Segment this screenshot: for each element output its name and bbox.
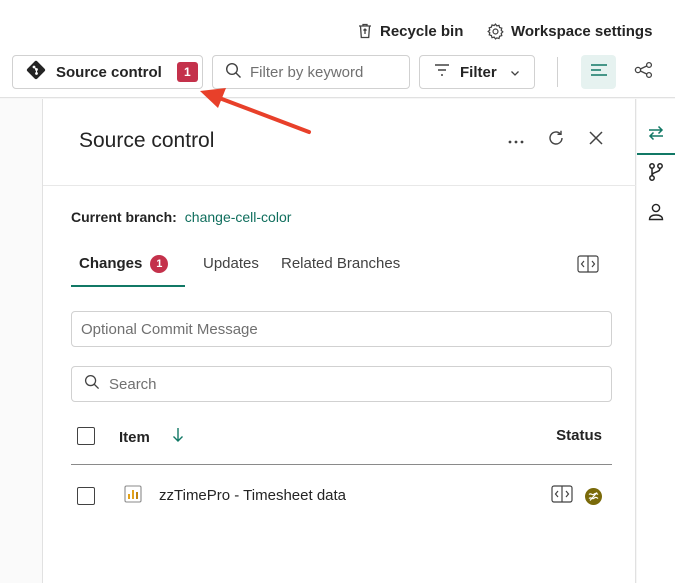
column-status[interactable]: Status bbox=[556, 427, 602, 444]
report-icon bbox=[124, 485, 142, 508]
tab-related-label: Related Branches bbox=[281, 255, 401, 272]
source-control-count-badge: 1 bbox=[176, 62, 198, 82]
panel-title: Source control bbox=[79, 129, 215, 152]
changes-icon bbox=[647, 125, 665, 146]
list-view-icon bbox=[590, 63, 608, 82]
search-input[interactable]: Search bbox=[71, 366, 612, 402]
workspace-settings-link[interactable]: Workspace settings bbox=[486, 22, 652, 41]
tab-updates[interactable]: Updates bbox=[203, 251, 259, 287]
conflict-status-icon bbox=[585, 488, 602, 505]
workspace-toolbar: Recycle bin Workspace settings Source co… bbox=[0, 0, 675, 98]
close-button[interactable] bbox=[585, 129, 607, 151]
gear-icon bbox=[486, 22, 505, 41]
panel-header-divider bbox=[43, 185, 636, 186]
lineage-view-button[interactable] bbox=[628, 56, 660, 88]
source-control-label: Source control bbox=[56, 63, 162, 81]
recycle-bin-link[interactable]: Recycle bin bbox=[356, 22, 463, 40]
recycle-bin-icon bbox=[356, 22, 374, 40]
git-icon bbox=[25, 59, 47, 85]
rail-user-button[interactable] bbox=[637, 195, 675, 233]
row-checkbox[interactable] bbox=[77, 487, 95, 505]
rail-branch-button[interactable] bbox=[637, 155, 675, 193]
tab-list: Changes 1 Updates Related Branches bbox=[71, 251, 601, 287]
row-item-name[interactable]: zzTimePro - Timesheet data bbox=[159, 487, 346, 504]
more-button[interactable] bbox=[505, 129, 527, 151]
panel-actions bbox=[505, 129, 607, 151]
more-icon bbox=[508, 131, 524, 149]
current-branch-name[interactable]: change-cell-color bbox=[185, 209, 292, 225]
sort-down-icon bbox=[172, 427, 184, 447]
workspace-settings-label: Workspace settings bbox=[511, 23, 653, 40]
tab-updates-label: Updates bbox=[203, 255, 259, 272]
right-rail bbox=[637, 99, 675, 583]
branch-icon bbox=[648, 162, 664, 187]
column-item-label: Item bbox=[119, 428, 150, 446]
chevron-down-icon bbox=[510, 64, 520, 81]
changes-count-badge: 1 bbox=[150, 255, 169, 273]
filter-placeholder: Filter by keyword bbox=[250, 63, 364, 81]
table-row: zzTimePro - Timesheet data bbox=[71, 479, 612, 513]
refresh-icon bbox=[547, 129, 565, 152]
rail-changes-button[interactable] bbox=[637, 117, 675, 155]
compare-icon[interactable] bbox=[551, 485, 573, 508]
filter-keyword-input[interactable]: Filter by keyword bbox=[212, 55, 410, 89]
search-placeholder: Search bbox=[109, 375, 157, 393]
compare-all-button[interactable] bbox=[576, 254, 600, 278]
commit-placeholder: Optional Commit Message bbox=[81, 320, 258, 338]
row-status bbox=[551, 485, 602, 508]
filter-button[interactable]: Filter bbox=[419, 55, 535, 89]
recycle-bin-label: Recycle bin bbox=[380, 22, 464, 40]
search-icon bbox=[225, 62, 242, 83]
toolbar-divider bbox=[557, 57, 558, 87]
left-nav-strip bbox=[0, 99, 43, 583]
close-icon bbox=[588, 130, 604, 151]
refresh-button[interactable] bbox=[545, 129, 567, 151]
search-icon bbox=[84, 374, 100, 394]
table-header: Item Status bbox=[71, 419, 612, 465]
source-control-button[interactable]: Source control 1 bbox=[12, 55, 203, 89]
filter-label: Filter bbox=[460, 63, 497, 81]
tab-changes[interactable]: Changes 1 bbox=[71, 251, 185, 287]
filter-icon bbox=[433, 63, 451, 81]
select-all-checkbox[interactable] bbox=[77, 427, 95, 445]
compare-icon bbox=[577, 254, 599, 278]
commit-message-input[interactable]: Optional Commit Message bbox=[71, 311, 612, 347]
column-item[interactable]: Item bbox=[119, 427, 184, 447]
current-branch-label: Current branch: bbox=[71, 209, 177, 225]
tab-related-branches[interactable]: Related Branches bbox=[281, 251, 400, 287]
source-control-panel: Source control Current branch: change-ce… bbox=[43, 99, 636, 583]
app-root: Recycle bin Workspace settings Source co… bbox=[0, 0, 675, 583]
list-view-button[interactable] bbox=[581, 55, 616, 89]
tab-changes-label: Changes bbox=[79, 255, 143, 272]
user-icon bbox=[648, 203, 664, 226]
current-branch-row: Current branch: change-cell-color bbox=[71, 209, 291, 225]
lineage-icon bbox=[634, 61, 654, 84]
